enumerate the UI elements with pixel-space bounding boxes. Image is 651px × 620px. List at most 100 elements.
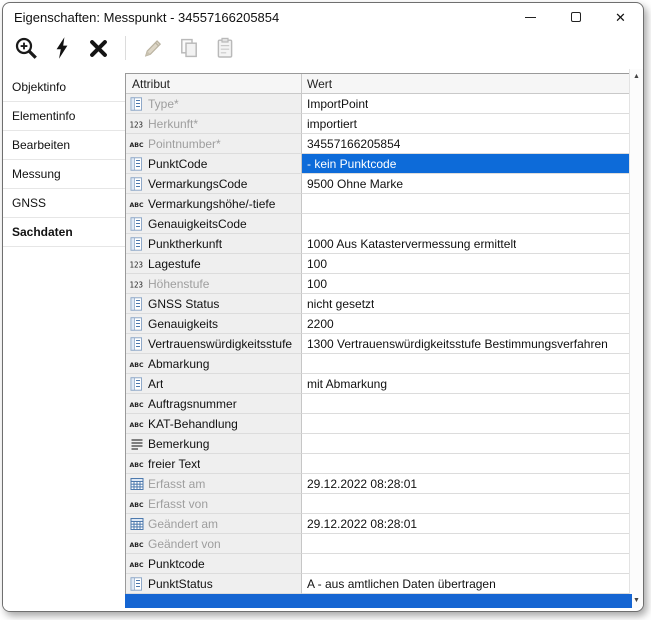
table-row[interactable]: Type*ImportPoint <box>126 94 631 114</box>
attribute-cell[interactable]: Vertrauenswürdigkeitsstufe <box>126 334 302 354</box>
sidebar-tab-sachdaten[interactable]: Sachdaten <box>3 218 125 247</box>
sidebar-tab-elementinfo[interactable]: Elementinfo <box>3 102 125 131</box>
attribute-cell[interactable]: ABCfreier Text <box>126 454 302 474</box>
attribute-cell[interactable]: ABCAbmarkung <box>126 354 302 374</box>
maximize-icon <box>571 12 581 22</box>
close-button[interactable]: ✕ <box>598 3 643 31</box>
table-row[interactable]: GenauigkeitsCode <box>126 214 631 234</box>
value-cell[interactable]: nicht gesetzt <box>302 294 631 314</box>
edit-button[interactable] <box>138 34 168 62</box>
sidebar-tab-messung[interactable]: Messung <box>3 160 125 189</box>
attribute-cell[interactable]: ABCKAT-Behandlung <box>126 414 302 434</box>
attribute-cell[interactable]: 123Lagestufe <box>126 254 302 274</box>
paste-button[interactable] <box>210 34 240 62</box>
attribute-cell[interactable]: Bemerkung <box>126 434 302 454</box>
value-cell[interactable] <box>302 554 631 574</box>
attribute-cell[interactable]: ABCAuftragsnummer <box>126 394 302 414</box>
attribute-cell[interactable]: VermarkungsCode <box>126 174 302 194</box>
value-cell[interactable]: 29.12.2022 08:28:01 <box>302 514 631 534</box>
table-row[interactable]: VermarkungsCode9500 Ohne Marke <box>126 174 631 194</box>
attribute-cell[interactable]: ABCPunktcode <box>126 554 302 574</box>
table-row[interactable]: Geändert am29.12.2022 08:28:01 <box>126 514 631 534</box>
table-row[interactable]: ABCVermarkungshöhe/-tiefe <box>126 194 631 214</box>
attribute-cell[interactable]: Punktherkunft <box>126 234 302 254</box>
attribute-cell[interactable]: Art <box>126 374 302 394</box>
table-row[interactable]: Punktherkunft1000 Aus Katastervermessung… <box>126 234 631 254</box>
attribute-cell[interactable]: 123Höhenstufe <box>126 274 302 294</box>
attribute-cell[interactable]: ABCErfasst von <box>126 494 302 514</box>
attribute-cell[interactable]: ABCGeändert von <box>126 534 302 554</box>
value-cell[interactable]: 29.12.2022 08:28:01 <box>302 474 631 494</box>
maximize-button[interactable] <box>553 3 598 31</box>
text-icon: ABC <box>129 537 144 551</box>
value-cell[interactable] <box>302 534 631 554</box>
sidebar-tab-gnss[interactable]: GNSS <box>3 189 125 218</box>
table-row[interactable]: GNSS Status nicht gesetzt <box>126 294 631 314</box>
lightning-button[interactable] <box>47 34 77 62</box>
table-row[interactable]: ABCGeändert von <box>126 534 631 554</box>
value-cell[interactable] <box>302 414 631 434</box>
sidebar-tab-objektinfo[interactable]: Objektinfo <box>3 73 125 102</box>
value-cell[interactable]: 100 <box>302 254 631 274</box>
zoom-in-button[interactable] <box>11 34 41 62</box>
value-cell[interactable] <box>302 454 631 474</box>
attribute-cell[interactable]: PunktCode <box>126 154 302 174</box>
value-cell[interactable] <box>302 434 631 454</box>
vertical-scrollbar[interactable]: ▲ ▼ <box>629 69 643 608</box>
attribute-label: Genauigkeits <box>148 317 218 331</box>
table-row[interactable]: ABCErfasst von <box>126 494 631 514</box>
sidebar-tab-bearbeiten[interactable]: Bearbeiten <box>3 131 125 160</box>
value-text: 2200 <box>307 317 334 331</box>
attribute-cell[interactable]: 123Herkunft* <box>126 114 302 134</box>
table-row[interactable]: 123Höhenstufe100 <box>126 274 631 294</box>
value-cell[interactable]: ImportPoint <box>302 94 631 114</box>
attribute-cell[interactable]: Type* <box>126 94 302 114</box>
minimize-button[interactable] <box>508 3 553 31</box>
attribute-cell[interactable]: ABCPointnumber* <box>126 134 302 154</box>
paste-icon <box>213 36 237 60</box>
copy-button[interactable] <box>174 34 204 62</box>
table-row[interactable]: ABCAbmarkung <box>126 354 631 374</box>
value-cell[interactable]: importiert <box>302 114 631 134</box>
scroll-up-icon[interactable]: ▲ <box>630 73 643 80</box>
value-cell[interactable]: 34557166205854 <box>302 134 631 154</box>
table-row[interactable]: Genauigkeits 2200 <box>126 314 631 334</box>
attribute-cell[interactable]: Geändert am <box>126 514 302 534</box>
table-row[interactable]: ABCfreier Text <box>126 454 631 474</box>
value-cell[interactable] <box>302 354 631 374</box>
table-row[interactable]: Artmit Abmarkung <box>126 374 631 394</box>
attribute-label: GNSS Status <box>148 297 219 311</box>
table-row[interactable]: Bemerkung <box>126 434 631 454</box>
value-cell[interactable]: 1000 Aus Katastervermessung ermittelt <box>302 234 631 254</box>
table-row[interactable]: ABCPunktcode <box>126 554 631 574</box>
table-row[interactable]: PunktStatusA - aus amtlichen Daten übert… <box>126 574 631 594</box>
lightning-icon <box>52 36 72 60</box>
value-cell[interactable]: - kein Punktcode <box>302 154 631 174</box>
table-row[interactable]: ABCPointnumber*34557166205854 <box>126 134 631 154</box>
value-cell[interactable] <box>302 214 631 234</box>
attribute-cell[interactable]: Erfasst am <box>126 474 302 494</box>
value-cell[interactable]: mit Abmarkung <box>302 374 631 394</box>
value-cell[interactable]: 2200 <box>302 314 631 334</box>
table-row[interactable]: 123Herkunft*importiert <box>126 114 631 134</box>
value-cell[interactable]: 100 <box>302 274 631 294</box>
value-cell[interactable] <box>302 194 631 214</box>
value-cell[interactable]: 1300 Vertrauenswürdigkeitsstufe Bestimmu… <box>302 334 631 354</box>
table-row[interactable]: Erfasst am29.12.2022 08:28:01 <box>126 474 631 494</box>
attribute-cell[interactable]: GNSS Status <box>126 294 302 314</box>
attribute-cell[interactable]: GenauigkeitsCode <box>126 214 302 234</box>
value-cell[interactable] <box>302 394 631 414</box>
value-cell[interactable]: 9500 Ohne Marke <box>302 174 631 194</box>
table-row[interactable]: ABCKAT-Behandlung <box>126 414 631 434</box>
value-cell[interactable]: A - aus amtlichen Daten übertragen <box>302 574 631 594</box>
table-row[interactable]: PunktCode- kein Punktcode <box>126 154 631 174</box>
delete-button[interactable] <box>83 34 113 62</box>
attribute-cell[interactable]: PunktStatus <box>126 574 302 594</box>
table-row[interactable]: 123Lagestufe100 <box>126 254 631 274</box>
table-row[interactable]: Vertrauenswürdigkeitsstufe1300 Vertrauen… <box>126 334 631 354</box>
horizontal-scrollbar[interactable] <box>125 594 632 608</box>
value-cell[interactable] <box>302 494 631 514</box>
attribute-cell[interactable]: Genauigkeits <box>126 314 302 334</box>
attribute-cell[interactable]: ABCVermarkungshöhe/-tiefe <box>126 194 302 214</box>
table-row[interactable]: ABCAuftragsnummer <box>126 394 631 414</box>
